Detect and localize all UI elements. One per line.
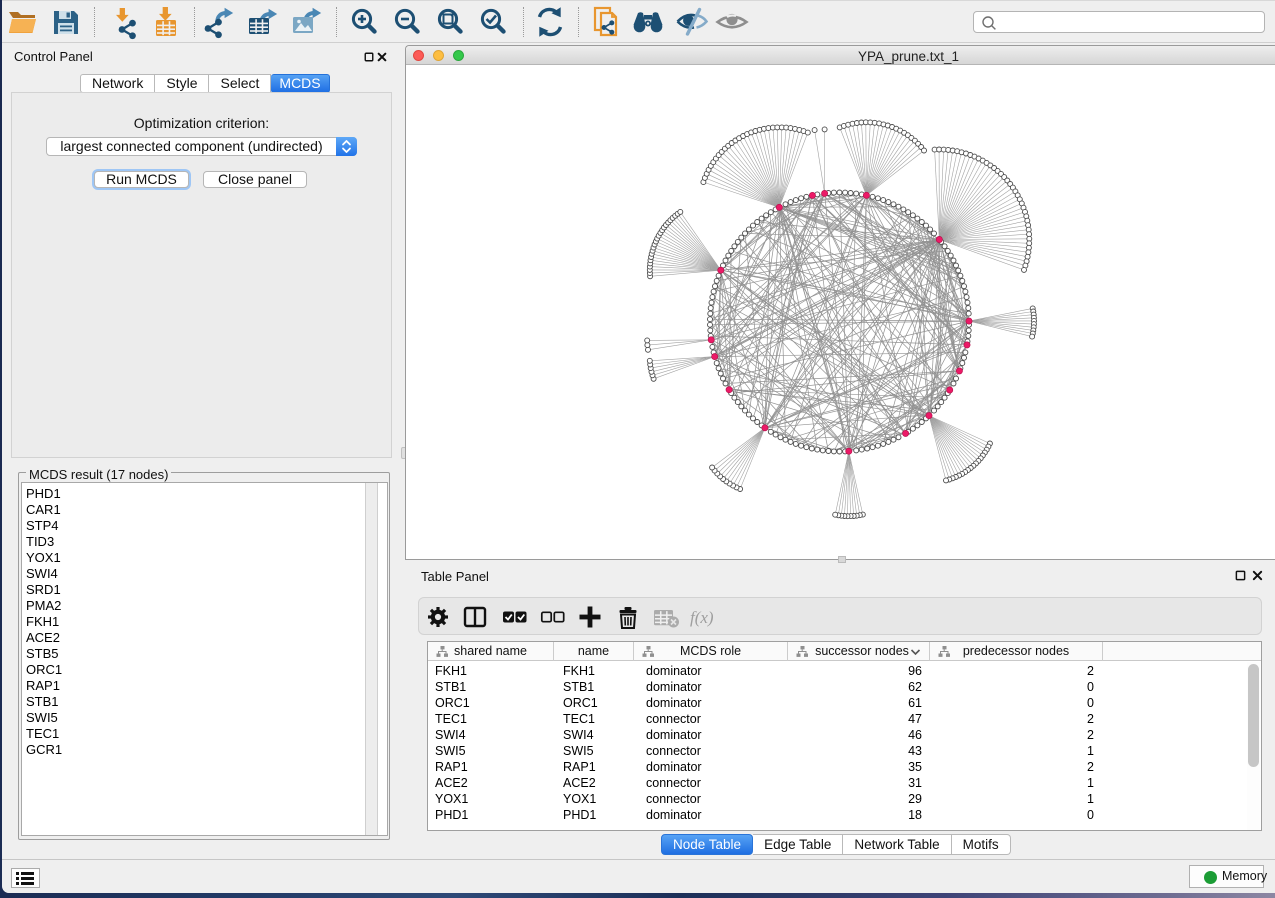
svg-text:f(x): f(x) bbox=[690, 608, 714, 627]
